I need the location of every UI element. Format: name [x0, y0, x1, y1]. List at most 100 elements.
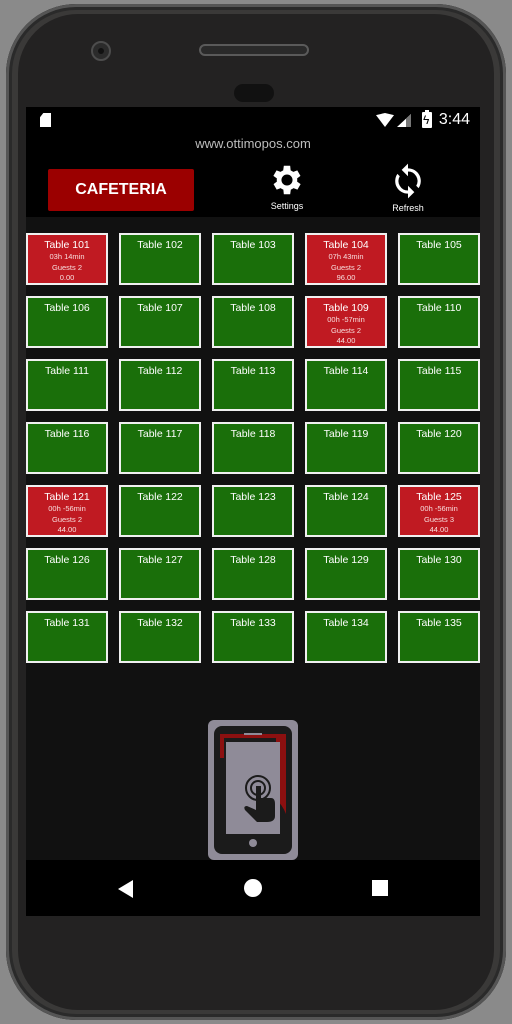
table-tile[interactable]: Table 111 [26, 359, 108, 411]
table-name: Table 118 [230, 428, 276, 440]
proximity-sensor [234, 84, 274, 102]
table-name: Table 107 [137, 302, 183, 314]
table-name: Table 119 [323, 428, 369, 440]
table-name: Table 101 [44, 239, 90, 251]
table-tile[interactable]: Table 112 [119, 359, 201, 411]
table-name: Table 121 [44, 491, 90, 503]
table-tile[interactable]: Table 110 [398, 296, 480, 348]
refresh-label: Refresh [392, 203, 424, 213]
earpiece-speaker [199, 44, 309, 56]
table-name: Table 108 [230, 302, 276, 314]
table-guests: Guests 2 [330, 325, 361, 335]
table-name: Table 129 [323, 554, 369, 566]
table-name: Table 113 [230, 365, 276, 377]
table-amount: 96.00 [336, 273, 356, 282]
table-name: Table 124 [323, 491, 369, 503]
site-url: www.ottimopos.com [195, 136, 311, 151]
signal-icon [397, 114, 411, 127]
table-name: Table 133 [230, 617, 276, 629]
home-button-icon[interactable] [244, 879, 262, 897]
table-time: 00h -56min [48, 504, 86, 513]
app-header: www.ottimopos.com CAFETERIA Settings Ref… [26, 133, 480, 217]
table-tile[interactable]: Table 104 07h 43min Guests 2 96.00 [305, 233, 387, 285]
recents-button-icon[interactable] [372, 880, 388, 896]
table-name: Table 105 [416, 239, 462, 251]
table-tile[interactable]: Table 132 [119, 611, 201, 663]
settings-button[interactable]: Settings [252, 161, 322, 211]
table-name: Table 125 [416, 491, 462, 503]
wifi-icon [376, 113, 394, 127]
table-name: Table 103 [230, 239, 276, 251]
table-tile[interactable]: Table 129 [305, 548, 387, 600]
table-name: Table 134 [323, 617, 369, 629]
table-guests: Guests 2 [51, 262, 82, 272]
table-tile[interactable]: Table 115 [398, 359, 480, 411]
gear-icon [273, 165, 301, 195]
status-bar: 3:44 [26, 107, 480, 133]
table-tile[interactable]: Table 128 [212, 548, 294, 600]
app-logo [208, 720, 298, 860]
table-name: Table 114 [323, 365, 369, 377]
table-name: Table 120 [416, 428, 462, 440]
table-time: 07h 43min [328, 252, 364, 261]
table-tile[interactable]: Table 108 [212, 296, 294, 348]
table-name: Table 131 [44, 617, 90, 629]
table-tile[interactable]: Table 109 00h -57min Guests 2 44.00 [305, 296, 387, 348]
table-name: Table 112 [137, 365, 183, 377]
table-name: Table 122 [137, 491, 183, 503]
table-time: 03h 14min [49, 252, 85, 261]
table-guests: Guests 2 [330, 262, 361, 272]
table-tile[interactable]: Table 134 [305, 611, 387, 663]
table-name: Table 117 [137, 428, 183, 440]
table-amount: 0.00 [59, 273, 75, 282]
table-tile[interactable]: Table 133 [212, 611, 294, 663]
table-name: Table 102 [137, 239, 183, 251]
back-button-icon[interactable] [118, 880, 133, 898]
table-name: Table 127 [137, 554, 183, 566]
table-tile[interactable]: Table 120 [398, 422, 480, 474]
table-name: Table 116 [44, 428, 90, 440]
table-grid: Table 101 03h 14min Guests 2 0.00 Table 102 T… [26, 233, 480, 663]
settings-label: Settings [270, 201, 304, 211]
table-amount: 44.00 [336, 336, 356, 345]
table-tile[interactable]: Table 102 [119, 233, 201, 285]
table-guests: Guests 2 [51, 514, 82, 524]
table-tile[interactable]: Table 126 [26, 548, 108, 600]
table-name: Table 128 [230, 554, 276, 566]
table-tile[interactable]: Table 125 00h -56min Guests 3 44.00 [398, 485, 480, 537]
table-tile[interactable]: Table 124 [305, 485, 387, 537]
battery-charging-icon [422, 110, 432, 128]
table-tile[interactable]: Table 123 [212, 485, 294, 537]
table-name: Table 135 [416, 617, 462, 629]
table-name: Table 130 [416, 554, 462, 566]
table-tile[interactable]: Table 105 [398, 233, 480, 285]
table-tile[interactable]: Table 119 [305, 422, 387, 474]
table-tile[interactable]: Table 122 [119, 485, 201, 537]
table-tile[interactable]: Table 131 [26, 611, 108, 663]
refresh-icon [395, 163, 421, 199]
table-tile[interactable]: Table 106 [26, 296, 108, 348]
refresh-button[interactable]: Refresh [373, 161, 443, 213]
table-tile[interactable]: Table 116 [26, 422, 108, 474]
table-tile[interactable]: Table 113 [212, 359, 294, 411]
table-tile[interactable]: Table 107 [119, 296, 201, 348]
table-time: 00h -57min [327, 315, 365, 324]
table-tile[interactable]: Table 103 [212, 233, 294, 285]
table-tile[interactable]: Table 121 00h -56min Guests 2 44.00 [26, 485, 108, 537]
table-tile[interactable]: Table 117 [119, 422, 201, 474]
phone-fork-touch-logo-icon [214, 726, 292, 854]
table-name: Table 109 [323, 302, 369, 314]
table-name: Table 132 [137, 617, 183, 629]
table-name: Table 106 [44, 302, 90, 314]
table-tile[interactable]: Table 130 [398, 548, 480, 600]
table-tile[interactable]: Table 127 [119, 548, 201, 600]
section-button[interactable]: CAFETERIA [48, 169, 194, 211]
table-name: Table 123 [230, 491, 276, 503]
table-tile[interactable]: Table 114 [305, 359, 387, 411]
table-amount: 44.00 [57, 525, 77, 534]
table-name: Table 111 [45, 365, 89, 377]
table-name: Table 115 [416, 365, 462, 377]
table-tile[interactable]: Table 135 [398, 611, 480, 663]
table-tile[interactable]: Table 118 [212, 422, 294, 474]
table-tile[interactable]: Table 101 03h 14min Guests 2 0.00 [26, 233, 108, 285]
